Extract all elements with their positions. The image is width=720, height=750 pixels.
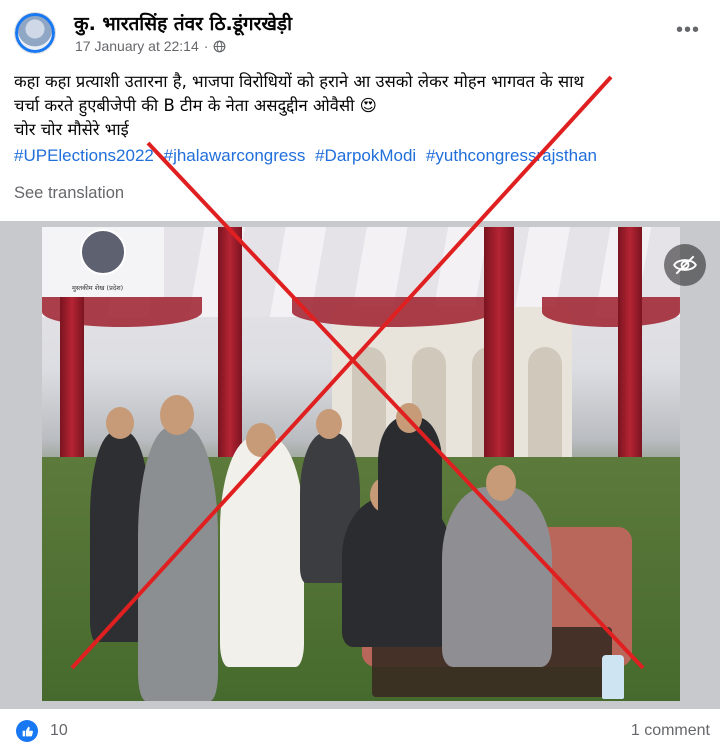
post-timestamp[interactable]: 17 January at 22:14 (75, 38, 199, 54)
post-text-line: चर्चा करते हुएबीजेपी की B टीम के नेता अस… (14, 96, 377, 115)
person-head (316, 409, 342, 439)
author-name[interactable]: कु. भारतसिंह तंवर ठि.डूंगरखेड़ी (74, 10, 292, 36)
sanitizer-bottle (602, 655, 624, 699)
person-head (396, 403, 422, 433)
ellipsis-icon[interactable]: ••• (676, 20, 700, 40)
person (220, 437, 304, 667)
post-text-line: चोर चोर मौसेरे भाई (14, 120, 129, 139)
author-avatar[interactable] (14, 12, 56, 54)
background-building (332, 307, 572, 457)
meta-separator: · (203, 38, 209, 54)
person (378, 417, 442, 527)
post-text-line: कहा कहा प्रत्याशी उतारना है, भाजपा विरोध… (14, 72, 584, 91)
post-media[interactable]: मुस्तकीम शेख (प्रदेश) (0, 221, 720, 709)
post-meta: 17 January at 22:14 · (75, 38, 226, 54)
hashtag-link[interactable]: #DarpokModi (315, 146, 416, 165)
see-translation-link[interactable]: See translation (14, 184, 124, 203)
hashtag-list: #UPElections2022 #jhalawarcongress #Darp… (14, 146, 602, 166)
person-head (486, 465, 516, 501)
like-icon[interactable] (16, 720, 38, 742)
globe-icon[interactable] (213, 40, 226, 53)
comments-count[interactable]: 1 comment (631, 722, 710, 740)
hashtag-link[interactable]: #jhalawarcongress (164, 146, 306, 165)
profile-inset: मुस्तकीम शेख (प्रदेश) (42, 227, 164, 297)
inset-avatar (80, 229, 126, 275)
post-footer: 10 1 comment (0, 712, 720, 750)
post-message: कहा कहा प्रत्याशी उतारना है, भाजपा विरोध… (14, 70, 704, 142)
person (442, 487, 552, 667)
person-head (106, 407, 134, 439)
hashtag-link[interactable]: #yuthcongressrajsthan (426, 146, 597, 165)
inset-name: मुस्तकीम शेख (प्रदेश) (72, 284, 124, 292)
hashtag-link[interactable]: #UPElections2022 (14, 146, 154, 165)
post-photo[interactable]: मुस्तकीम शेख (प्रदेश) (42, 227, 680, 701)
person-head (246, 423, 276, 457)
reactions-count[interactable]: 10 (50, 722, 68, 740)
person (138, 427, 218, 701)
post-header: कु. भारतसिंह तंवर ठि.डूंगरखेड़ी 17 Janua… (0, 0, 720, 62)
eye-slash-icon[interactable] (664, 244, 706, 286)
person-head (160, 395, 194, 435)
